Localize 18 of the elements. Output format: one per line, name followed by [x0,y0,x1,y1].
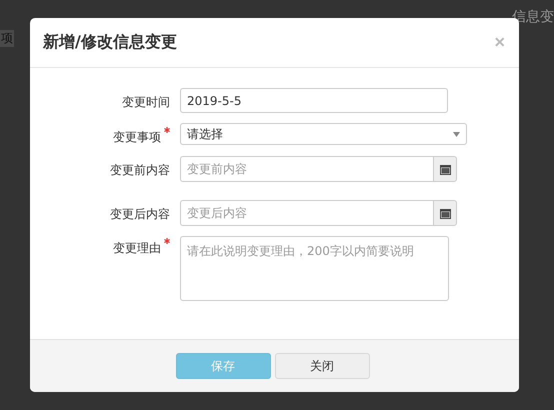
field-label: 变更事项 [113,129,161,146]
calendar-icon [440,208,450,218]
input-field[interactable]: 变更前内容 [180,156,433,182]
field-label: 变更后内容 [110,206,170,223]
reason-field[interactable]: 请在此说明变更理由，200字以内简要说明 [180,236,449,301]
close-dialog-button[interactable]: 关闭 [274,353,370,379]
date-field[interactable]: 2019-5-5 [180,88,448,113]
input-field[interactable]: 变更后内容 [180,200,433,226]
dialog-title: 新增/修改信息变更 [43,32,177,53]
calendar-icon [440,164,450,174]
field-label: 变更时间 [122,94,170,111]
select-field[interactable]: 请选择 [180,123,467,145]
caret-icon [453,132,460,136]
calendar-button[interactable] [433,156,457,182]
tab-label: 项 [0,30,14,47]
calendar-button[interactable] [433,200,457,226]
field-label: 变更理由 [113,240,161,257]
field-label: 变更前内容 [110,162,170,179]
